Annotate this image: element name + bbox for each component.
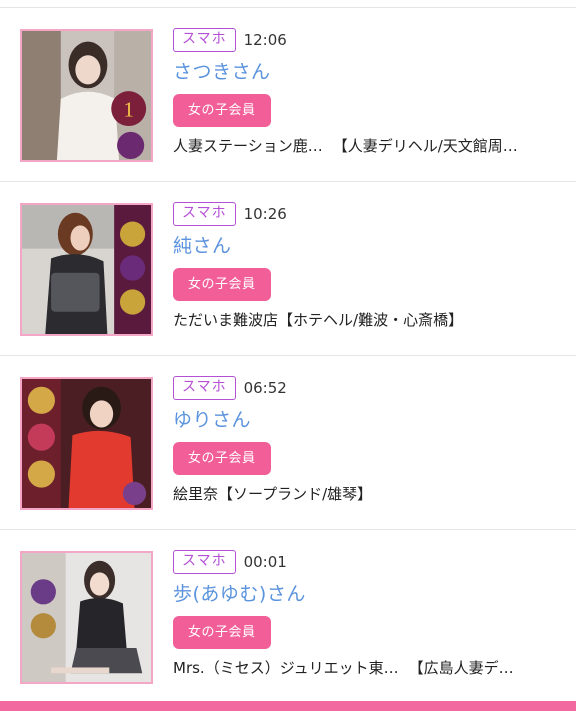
timestamp: 10:26 [243, 205, 287, 223]
bottom-accent-bar [0, 701, 576, 711]
member-badge: 女の子会員 [173, 268, 271, 301]
shop-genre: 【ホテヘル/難波・心斎橋】 [278, 311, 464, 329]
shop-name: ただいま難波店 [173, 311, 279, 329]
member-badge: 女の子会員 [173, 442, 271, 475]
shop-info[interactable]: Mrs.（ミセス）ジュリエット東… 【広島人妻デ… [173, 657, 563, 679]
shop-info[interactable]: 絵里奈【ソープランド/雄琴】 [173, 483, 563, 505]
member-badge: 女の子会員 [173, 94, 271, 127]
shop-name: 人妻ステーション鹿… [173, 137, 323, 155]
profile-photo[interactable] [20, 203, 153, 336]
member-badge: 女の子会員 [173, 616, 271, 649]
list-item[interactable]: スマホ 10:26 純さん 女の子会員 ただいま難波店【ホテヘル/難波・心斎橋】 [0, 181, 576, 355]
profile-photo[interactable] [20, 377, 153, 510]
girl-name-link[interactable]: ゆりさん [173, 407, 563, 433]
device-badge: スマホ [173, 376, 236, 400]
shop-name: 絵里奈 [173, 485, 219, 503]
timestamp: 12:06 [243, 31, 287, 49]
list-item[interactable]: 1 スマホ 12:06 さつきさん 女の子会員 人妻ステーション鹿… 【人妻デリヘ… [0, 7, 576, 181]
shop-name: Mrs.（ミセス）ジュリエット東… [173, 659, 399, 677]
shop-info[interactable]: 人妻ステーション鹿… 【人妻デリヘル/天文館周… [173, 135, 563, 157]
girl-name-link[interactable]: 純さん [173, 233, 563, 259]
shop-genre: 【広島人妻デ… [408, 659, 514, 677]
timestamp: 00:01 [243, 553, 287, 571]
profile-photo[interactable] [20, 551, 153, 684]
list-item[interactable]: スマホ 06:52 ゆりさん 女の子会員 絵里奈【ソープランド/雄琴】 [0, 355, 576, 529]
shop-info[interactable]: ただいま難波店【ホテヘル/難波・心斎橋】 [173, 309, 563, 331]
shop-genre: 【ソープランド/雄琴】 [218, 485, 373, 503]
svg-text:1: 1 [123, 97, 134, 121]
timestamp: 06:52 [243, 379, 287, 397]
girl-name-link[interactable]: 歩(あゆむ)さん [173, 581, 563, 607]
shop-genre: 【人妻デリヘル/天文館周… [332, 137, 518, 155]
profile-photo[interactable]: 1 [20, 29, 153, 162]
girl-name-link[interactable]: さつきさん [173, 59, 563, 85]
list-item[interactable]: スマホ 00:01 歩(あゆむ)さん 女の子会員 Mrs.（ミセス）ジュリエット… [0, 529, 576, 703]
device-badge: スマホ [173, 202, 236, 226]
device-badge: スマホ [173, 28, 236, 52]
device-badge: スマホ [173, 550, 236, 574]
